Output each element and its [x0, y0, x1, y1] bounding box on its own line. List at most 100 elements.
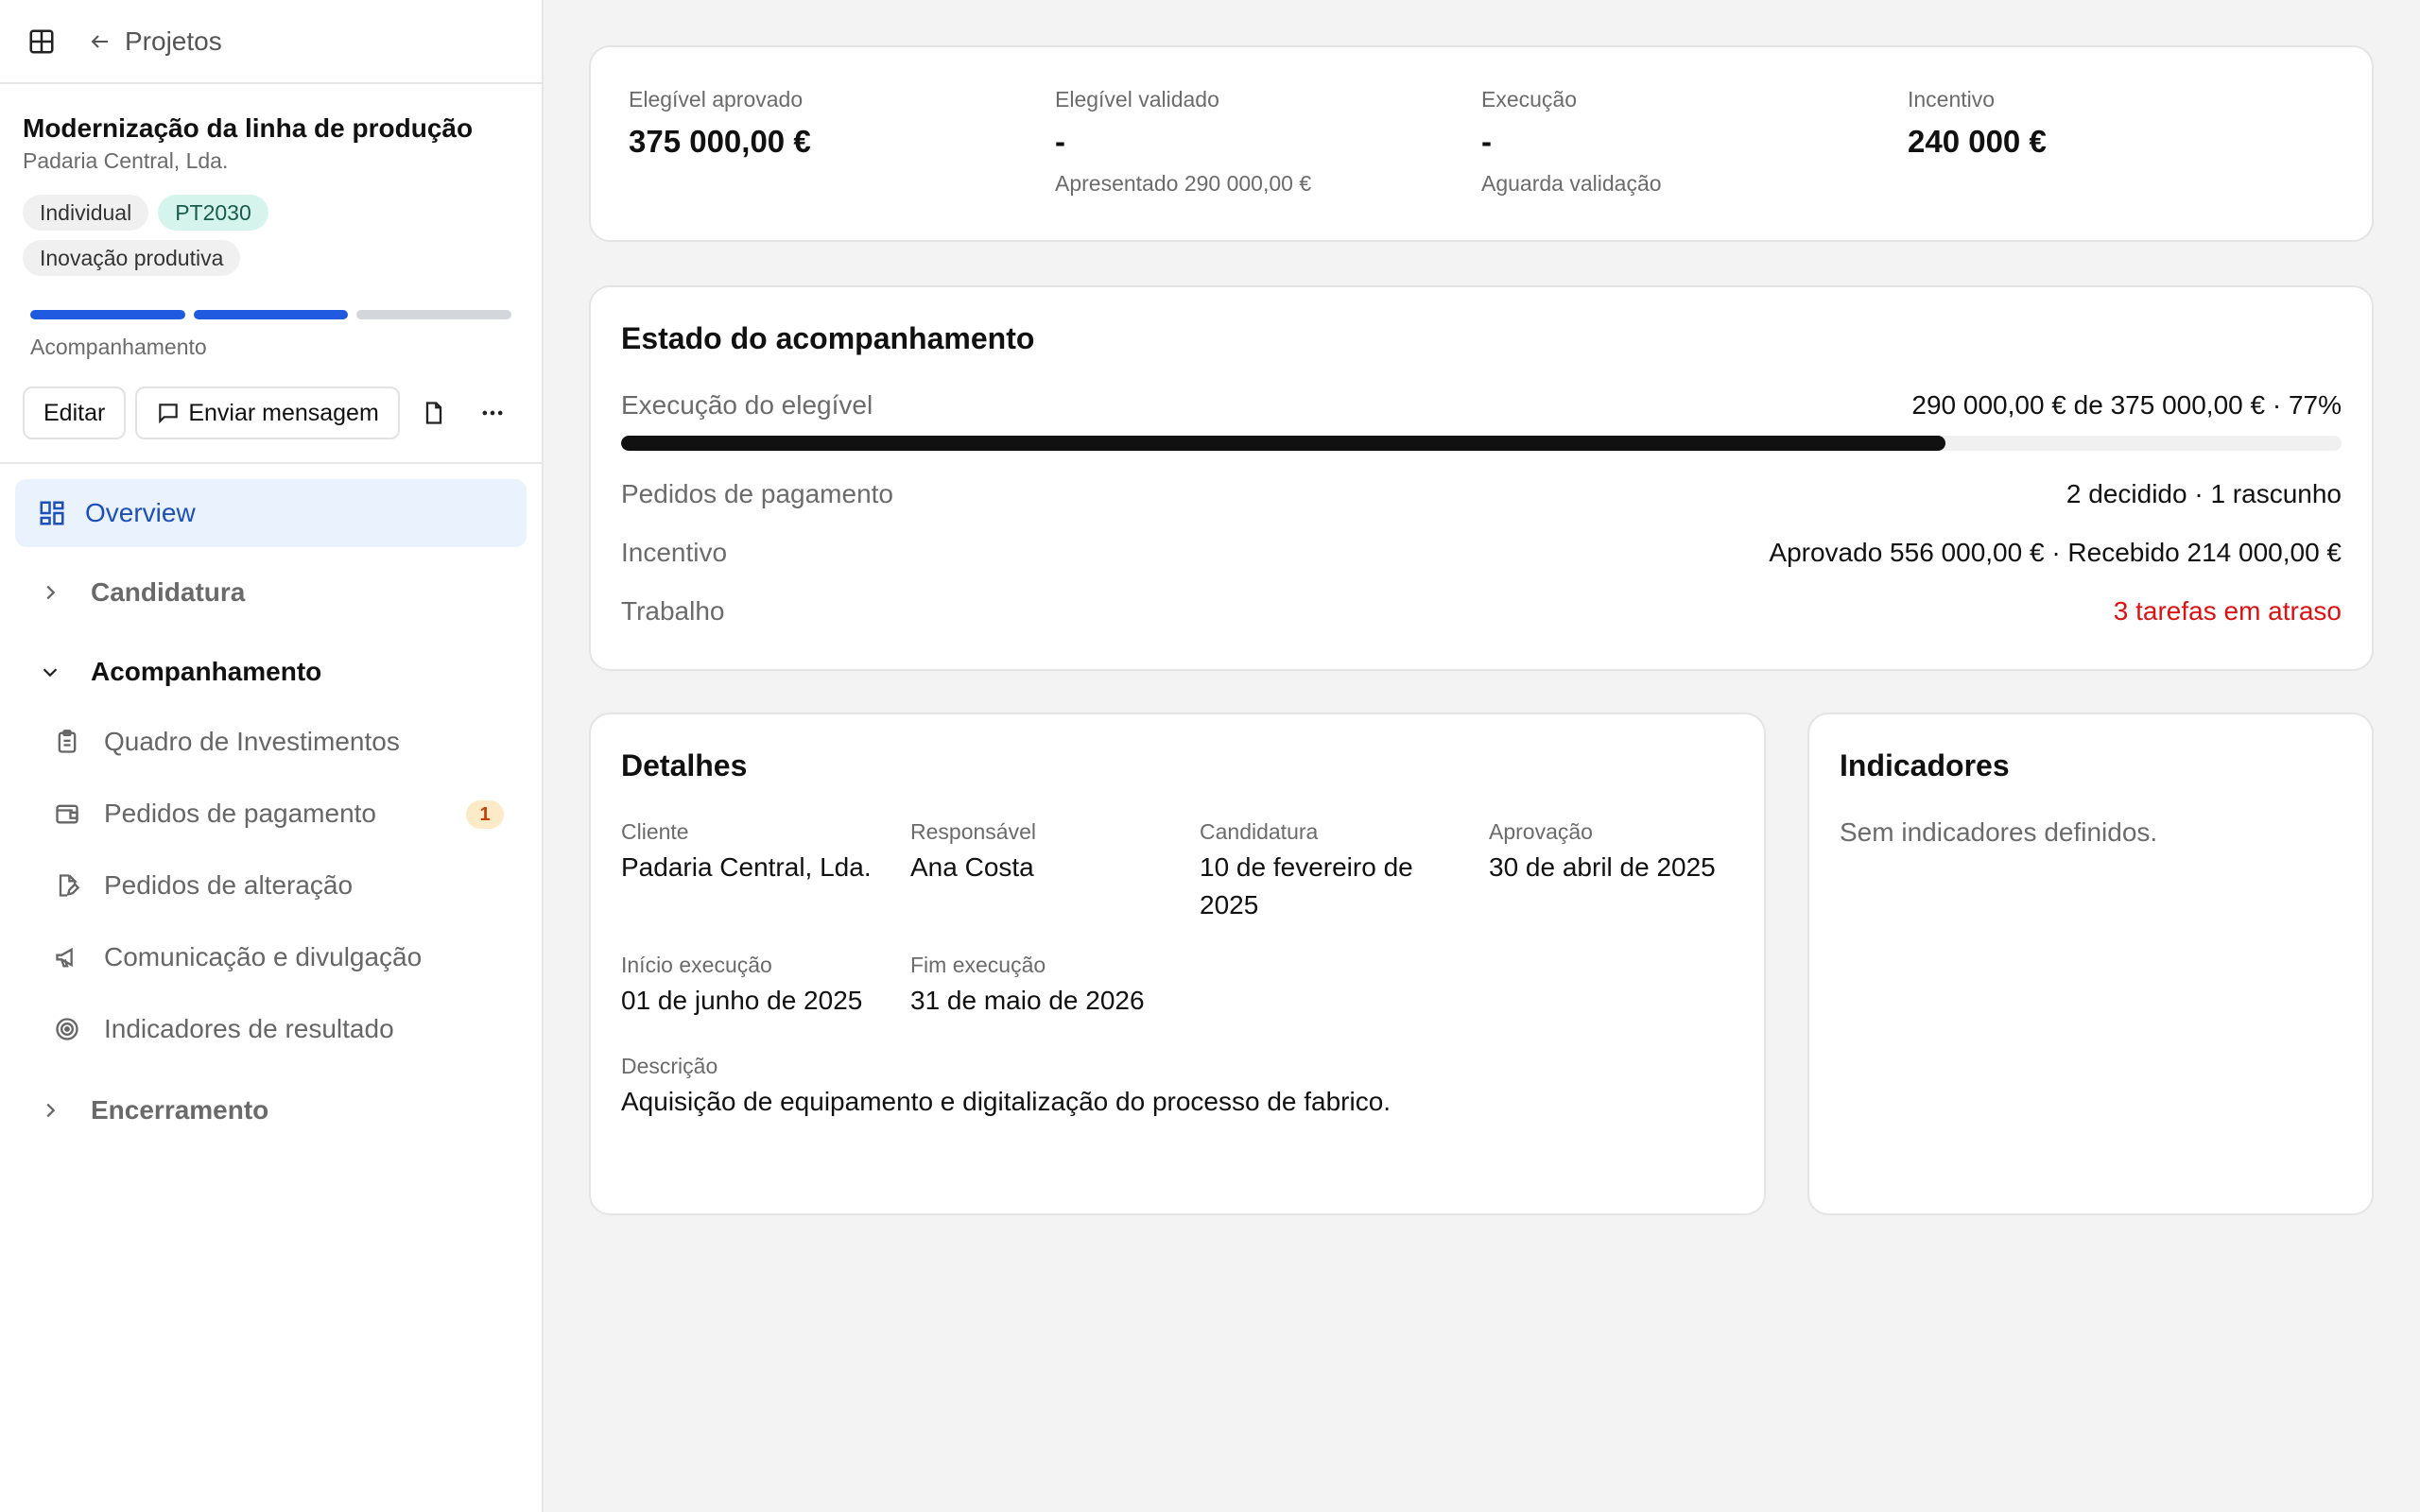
status-row-label: Pedidos de pagamento [621, 479, 893, 508]
message-icon [159, 404, 179, 424]
tag: Inovação produtiva [23, 240, 241, 276]
chevron-right-icon [40, 582, 66, 603]
detail-field: Candidatura 10 de fevereiro de 2025 [1200, 819, 1489, 924]
stat-value: 240 000 € [1908, 124, 2047, 159]
stat-execucao: Execução - Aguarda validação [1481, 87, 1908, 240]
sidebar-item-label: Pedidos de alteração [104, 870, 354, 900]
status-title: Estado do acompanhamento [621, 321, 1035, 355]
project-tags: Individual PT2030 Inovação produtiva [23, 195, 335, 276]
status-row-incentivo: Incentivo Aprovado 556 000,00 € · Recebi… [621, 538, 2342, 568]
summary-stats-card: Elegível aprovado 375 000,00 € Elegível … [589, 45, 2374, 242]
detail-label: Responsável [910, 819, 1036, 844]
sidebar-group-label: Encerramento [91, 1095, 269, 1125]
sidebar-group-acompanhamento[interactable]: Acompanhamento [15, 638, 527, 706]
layout-grid-icon[interactable] [26, 26, 57, 57]
detail-field: Fim execução 31 de maio de 2026 [910, 953, 1200, 1020]
document-icon[interactable] [409, 387, 458, 439]
detail-label: Fim execução [910, 953, 1046, 977]
indicators-empty-text: Sem indicadores definidos. [1840, 817, 2158, 847]
execution-progress-bar [621, 436, 2342, 451]
description-text: Aquisição de equipamento e digitalização… [621, 1087, 1392, 1116]
chevron-down-icon [40, 662, 66, 682]
overdue-tasks-link[interactable]: 3 tarefas em atraso [2114, 596, 2342, 627]
sidebar-item-indicadores-resultado[interactable]: Indicadores de resultado [15, 993, 527, 1065]
status-row-trabalho: Trabalho 3 tarefas em atraso [621, 596, 2342, 627]
project-client: Padaria Central, Lda. [23, 148, 229, 173]
more-options-icon[interactable] [468, 387, 517, 439]
status-row-value: 2 decidido · 1 rascunho [2066, 479, 2342, 508]
status-row-value: Aprovado 556 000,00 € · Recebido 214 000… [1769, 538, 2342, 567]
send-message-button[interactable]: Enviar mensagem [135, 387, 400, 439]
detail-label: Início execução [621, 953, 772, 977]
stat-elegivel-validado: Elegível validado - Apresentado 290 000,… [1055, 87, 1481, 240]
count-badge: 1 [466, 800, 504, 829]
stat-label: Elegível validado [1055, 87, 1219, 112]
detail-value: 31 de maio de 2026 [910, 986, 1145, 1015]
sidebar-item-label: Indicadores de resultado [104, 1014, 394, 1043]
status-row-label: Trabalho [621, 596, 725, 626]
sidebar-group-label: Acompanhamento [91, 657, 322, 686]
sidebar-item-label: Quadro de Investimentos [104, 727, 400, 756]
details-card: Detalhes Cliente Padaria Central, Lda. R… [589, 713, 1766, 1215]
arrow-left-icon [91, 34, 108, 48]
clipboard-icon [53, 728, 81, 756]
description-block: Descrição Aquisição de equipamento e dig… [621, 1054, 1734, 1121]
stat-label: Incentivo [1908, 87, 1996, 112]
details-grid: Cliente Padaria Central, Lda. Responsáve… [621, 819, 1734, 1020]
description-label: Descrição [621, 1054, 718, 1078]
edit-button[interactable]: Editar [23, 387, 127, 439]
tag: PT2030 [158, 195, 268, 231]
status-row-pedidos: Pedidos de pagamento 2 decidido · 1 rasc… [621, 479, 2342, 509]
detail-value: Ana Costa [910, 852, 1034, 882]
file-edit-icon [53, 871, 81, 900]
detail-field: Aprovação 30 de abril de 2025 [1489, 819, 1778, 924]
sidebar-item-pedidos-alteracao[interactable]: Pedidos de alteração [15, 850, 527, 921]
sidebar: Projetos Modernização da linha de produç… [0, 0, 544, 1512]
details-title: Detalhes [621, 748, 748, 782]
sidebar-group-encerramento[interactable]: Encerramento [15, 1076, 527, 1144]
project-title: Modernização da linha de produção [23, 113, 474, 143]
detail-field: Início execução 01 de junho de 2025 [621, 953, 910, 1020]
detail-value: 10 de fevereiro de 2025 [1200, 852, 1413, 919]
back-label: Projetos [125, 26, 222, 56]
dashboard-icon [38, 499, 66, 527]
indicators-title: Indicadores [1840, 748, 2010, 782]
stat-label: Elegível aprovado [629, 87, 804, 112]
detail-value: 01 de junho de 2025 [621, 986, 863, 1015]
sidebar-group-candidatura[interactable]: Candidatura [15, 558, 527, 627]
detail-field: Responsável Ana Costa [910, 819, 1200, 924]
phase-label: Acompanhamento [30, 335, 207, 359]
target-icon [53, 1015, 81, 1043]
execution-progress-fill [621, 436, 1946, 451]
tag: Individual [23, 195, 149, 231]
stat-value: - [1481, 124, 1492, 159]
stat-value: 375 000,00 € [629, 124, 811, 159]
stat-incentivo: Incentivo 240 000 € [1908, 87, 2334, 240]
phase-progress [30, 310, 512, 319]
back-to-projects-link[interactable]: Projetos [89, 26, 222, 57]
sidebar-item-comunicacao[interactable]: Comunicação e divulgação [15, 921, 527, 993]
stat-value: - [1055, 124, 1065, 159]
phase-step [193, 310, 349, 319]
detail-label: Aprovação [1489, 819, 1593, 844]
status-card: Estado do acompanhamento Execução do ele… [589, 285, 2374, 671]
sidebar-item-label: Pedidos de pagamento [104, 799, 376, 828]
sidebar-item-label: Comunicação e divulgação [104, 942, 423, 971]
stat-subtext: Aguarda validação [1481, 171, 1662, 196]
detail-label: Cliente [621, 819, 689, 844]
sidebar-item-quadro-investimentos[interactable]: Quadro de Investimentos [15, 706, 527, 778]
indicators-card: Indicadores Sem indicadores definidos. [1807, 713, 2374, 1215]
phase-step [356, 310, 512, 319]
detail-value: Padaria Central, Lda. [621, 852, 872, 882]
detail-label: Candidatura [1200, 819, 1319, 844]
status-row-label: Incentivo [621, 538, 728, 567]
execution-label: Execução do elegível [621, 390, 873, 420]
megaphone-icon [53, 943, 81, 971]
sidebar-topbar: Projetos [0, 0, 542, 84]
send-message-label: Enviar mensagem [188, 399, 379, 426]
stat-label: Execução [1481, 87, 1578, 112]
sidebar-item-pedidos-pagamento[interactable]: Pedidos de pagamento 1 [15, 778, 527, 850]
stat-subtext: Apresentado 290 000,00 € [1055, 171, 1312, 196]
wallet-icon [53, 799, 81, 828]
sidebar-item-overview[interactable]: Overview [15, 479, 527, 547]
